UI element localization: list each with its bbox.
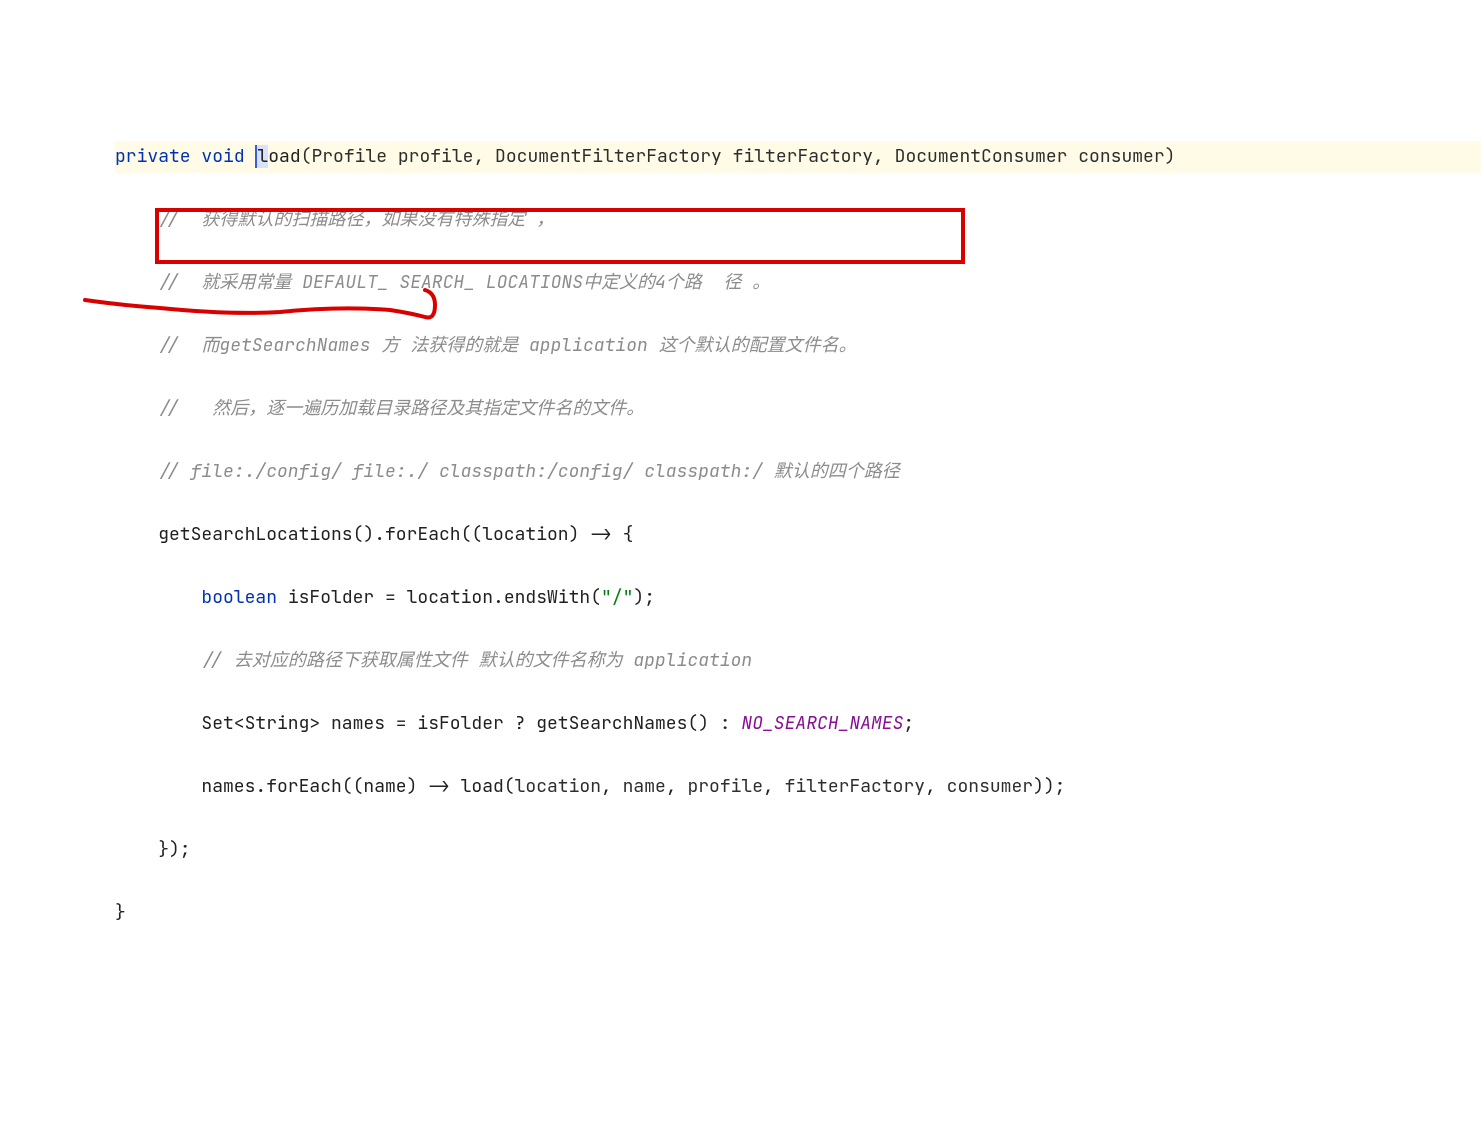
code-line-10[interactable]: names.forEach((name) -> load(location, n… (115, 771, 1481, 803)
code-text: )); (1033, 775, 1065, 798)
string-literal: "/" (601, 586, 633, 609)
code-text: getSearchLocations().forEach((location) … (158, 523, 633, 546)
keyword-boolean: boolean (201, 586, 277, 609)
code-text: Set<String> names = isFolder ? getSearch… (201, 712, 741, 735)
arg-name: name (623, 775, 666, 798)
comment-text: // 然后，逐一遍历加载目录路径及其指定文件名的文件。 (158, 397, 644, 420)
code-line-comment-8[interactable]: // 去对应的路径下获取属性文件 默认的文件名称为 application (115, 645, 1481, 677)
constant-name: NO_SEARCH_NAMES (741, 712, 903, 735)
code-line-9[interactable]: Set<String> names = isFolder ? getSearch… (115, 708, 1481, 740)
keyword-void: void (201, 145, 244, 168)
code-line-comment-5[interactable]: // file:./config/ file:./ classpath:/con… (115, 456, 1481, 488)
code-line-12[interactable]: } (115, 897, 1481, 929)
keyword-private: private (115, 145, 191, 168)
comment-text: // 去对应的路径下获取属性文件 默认的文件名称为 application (201, 649, 752, 672)
code-text: ; (903, 712, 914, 735)
text-cursor[interactable]: l (255, 145, 268, 168)
comment-text: // 就采用常量 DEFAULT_ SEARCH_ LOCATIONS中定义的4… (158, 271, 770, 294)
code-line-comment-4[interactable]: // 然后，逐一遍历加载目录路径及其指定文件名的文件。 (115, 393, 1481, 425)
code-text: names.forEach((name) -> load( (201, 775, 514, 798)
code-line-1[interactable]: private void load(Profile profile, Docum… (115, 141, 1481, 173)
code-line-7[interactable]: boolean isFolder = location.endsWith("/"… (115, 582, 1481, 614)
method-params: (Profile profile, DocumentFilterFactory … (301, 145, 1176, 168)
arg-filterfactory: filterFactory (785, 775, 925, 798)
code-text: } (115, 901, 126, 924)
arg-profile: profile (687, 775, 763, 798)
code-text: }); (158, 838, 190, 861)
code-text: isFolder = location.endsWith( (277, 586, 601, 609)
method-name: oad (268, 145, 300, 168)
code-text: ); (633, 586, 655, 609)
code-line-11[interactable]: }); (115, 834, 1481, 866)
comment-text: // file:./config/ file:./ classpath:/con… (158, 460, 900, 483)
code-line-comment-1[interactable]: // 获得默认的扫描路径，如果没有特殊指定 ， (115, 204, 1481, 236)
code-line-6[interactable]: getSearchLocations().forEach((location) … (115, 519, 1481, 551)
comment-text: // 获得默认的扫描路径，如果没有特殊指定 ， (158, 208, 554, 231)
arg-consumer: consumer (947, 775, 1033, 798)
code-line-comment-3[interactable]: // 而getSearchNames 方 法获得的就是 application … (115, 330, 1481, 362)
comment-text: // 而getSearchNames 方 法获得的就是 application … (158, 334, 856, 357)
code-line-comment-2[interactable]: // 就采用常量 DEFAULT_ SEARCH_ LOCATIONS中定义的4… (115, 267, 1481, 299)
arg-location: location (515, 775, 601, 798)
